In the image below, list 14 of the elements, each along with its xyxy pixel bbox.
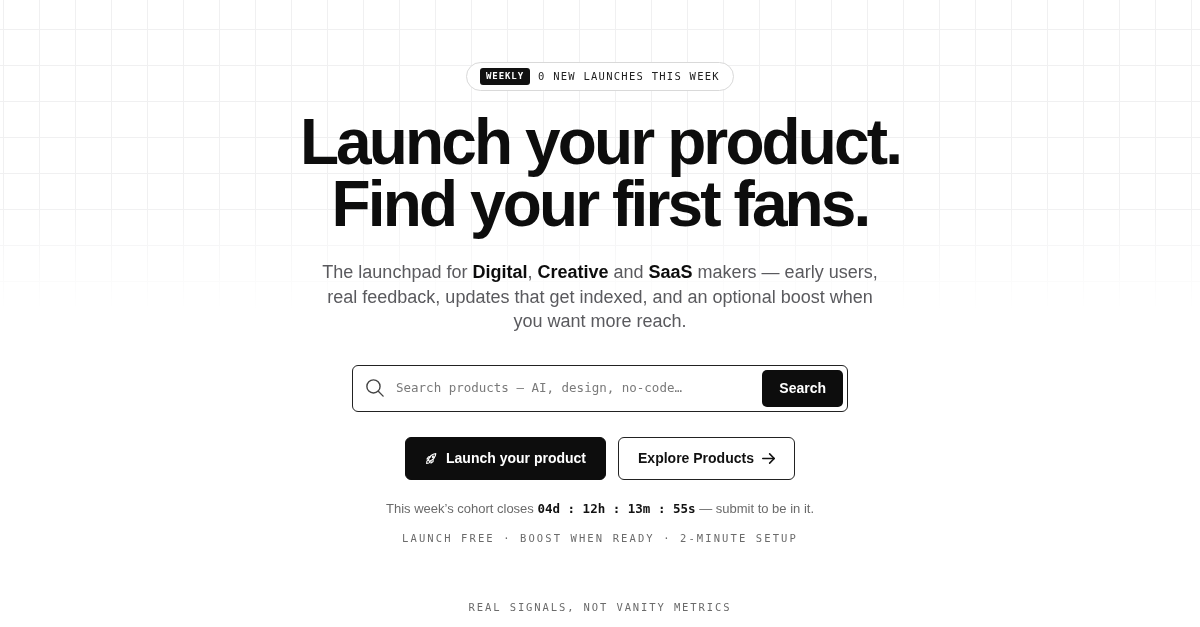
- launch-button[interactable]: Launch your product: [405, 436, 607, 480]
- countdown-text: This week’s cohort closes 04d : 12h : 13m : 55s — submit to be in it.: [385, 499, 814, 518]
- rocket-icon: [425, 451, 439, 465]
- launch-count-text: 0 NEW LAUNCHES THIS WEEK: [537, 68, 720, 84]
- perks-text: LAUNCH FREE · BOOST WHEN READY · 2-MINUTE SETUP: [402, 531, 798, 547]
- weekly-tag: WEEKLY: [480, 68, 530, 85]
- search-icon: [366, 379, 384, 397]
- search-field[interactable]: Search products — AI, design, no-code…: [394, 377, 753, 399]
- section-label: REAL SIGNALS, NOT VANITY METRICS: [468, 600, 732, 615]
- search-button[interactable]: Search: [762, 369, 843, 407]
- arrow-right-icon: [761, 451, 775, 465]
- search-bar[interactable]: Search products — AI, design, no-code… Search: [352, 364, 848, 412]
- explore-button[interactable]: Explore Products: [618, 436, 795, 480]
- subtitle: The launchpad for Digital, Creative and SaaS makers — early users, real feedback, updates that get indexed, and an optional boost when you want more reach.: [321, 261, 879, 333]
